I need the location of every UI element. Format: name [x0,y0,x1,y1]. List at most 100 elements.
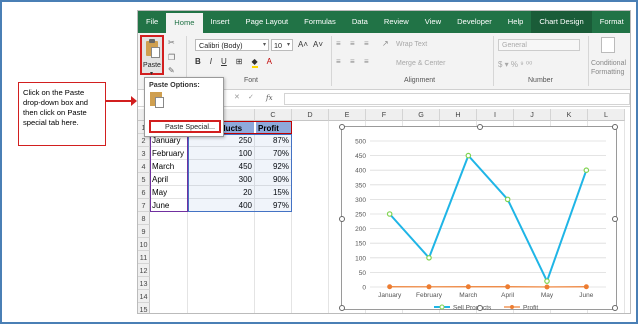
chart-resize-handle[interactable] [339,305,345,311]
cancel-icon[interactable]: ✕ [234,93,240,101]
align-center-icon[interactable]: ≡ [350,57,355,66]
row-header-13[interactable]: 13 [138,277,150,290]
chart-resize-handle[interactable] [612,124,618,130]
cut-icon[interactable]: ✂ [168,38,175,47]
paste-options-dropdown: Paste Options: Paste Special... [144,77,224,137]
data-point-sell-products [386,211,393,217]
data-point-profit [426,284,432,290]
chart-resize-handle[interactable] [477,124,483,130]
x-tick-label: March [459,292,477,299]
paste-special-label: Paste Special... [165,122,215,131]
tab-insert[interactable]: Insert [203,11,238,33]
bold-button[interactable]: B [195,57,201,68]
enter-icon[interactable]: ✓ [248,93,254,101]
paste-dropdown-arrow[interactable]: ▾ [150,70,153,77]
row-header-8[interactable]: 8 [138,212,150,225]
row-header-3[interactable]: 3 [138,147,150,160]
align-right-icon[interactable]: ≡ [364,57,369,66]
conditional-formatting-icon[interactable] [601,37,615,53]
x-tick-label: February [416,292,443,299]
row-header-11[interactable]: 11 [138,251,150,264]
gridline [328,121,329,313]
font-size-combo[interactable]: 10 ▾ [271,39,293,51]
chevron-down-icon: ▾ [262,42,266,48]
callout-text: Click on the Paste drop-down box and the… [23,88,89,127]
shrink-font-icon[interactable]: A˅ [313,40,323,49]
tab-chart-design[interactable]: Chart Design [531,11,592,33]
row-header-4[interactable]: 4 [138,160,150,173]
align-middle-icon[interactable]: ≡ [350,39,355,48]
x-tick-label: April [501,292,515,299]
orientation-icon[interactable]: ↗ [382,39,389,48]
paste-special-menu-item[interactable]: Paste Special... [149,120,221,133]
fill-color-icon[interactable]: ◆ [251,57,258,68]
chart-resize-handle[interactable] [339,124,345,130]
data-point-profit [505,284,511,290]
function-icon[interactable]: fx [266,94,273,102]
number-format-combo[interactable]: General [498,39,580,51]
column-header-e[interactable]: E [329,109,366,121]
instruction-callout: Click on the Paste drop-down box and the… [18,82,106,146]
chart-resize-handle[interactable] [477,305,483,311]
formula-input[interactable] [284,93,630,105]
tab-format[interactable]: Format [592,11,630,33]
column-header-i[interactable]: I [477,109,514,121]
row-header-15[interactable]: 15 [138,303,150,313]
chart-resize-handle[interactable] [339,216,345,222]
underline-button[interactable]: U [221,57,227,68]
align-bottom-icon[interactable]: ≡ [364,39,369,48]
wrap-text-button[interactable]: Wrap Text [396,41,427,48]
merge-center-button[interactable]: Merge & Center [396,60,445,67]
copy-icon[interactable]: ❐ [168,53,175,62]
data-point-profit [465,284,471,290]
number-format-icons[interactable]: $ ▾ % ⁹ ⁰⁰ [498,60,532,69]
line-chart[interactable]: 0 50 100 150 200 250 300 350 400 450 500 January Feb… [339,124,618,312]
column-header-j[interactable]: J [514,109,551,121]
borders-icon[interactable]: ⊞ [236,57,243,68]
row-header-14[interactable]: 14 [138,290,150,303]
chart-resize-handle[interactable] [612,216,618,222]
row-header-5[interactable]: 5 [138,173,150,186]
tab-formulas[interactable]: Formulas [296,11,344,33]
chart-resize-handle[interactable] [612,305,618,311]
font-color-icon[interactable]: A [267,57,272,68]
paper-icon [151,47,160,58]
column-header-f[interactable]: F [366,109,403,121]
row-header-9[interactable]: 9 [138,225,150,238]
font-name-combo[interactable]: Calibri (Body) ▾ [195,39,269,51]
data-point-sell-products [583,167,590,174]
tab-review[interactable]: Review [376,11,417,33]
format-painter-icon[interactable]: ✎ [168,66,175,75]
row-header-10[interactable]: 10 [138,238,150,251]
separator [588,36,589,86]
y-tick-label: 250 [355,212,366,219]
tab-home[interactable]: Home [166,11,203,33]
paste-option-icon[interactable] [150,92,164,108]
paste-button[interactable]: Paste ▾ [140,35,164,77]
align-top-icon[interactable]: ≡ [336,39,341,48]
column-header-g[interactable]: G [403,109,440,121]
data-point-profit [544,284,550,290]
column-header-h[interactable]: H [440,109,477,121]
tab-developer[interactable]: Developer [449,11,500,33]
column-header-l[interactable]: L [588,109,625,121]
row-header-7[interactable]: 7 [138,199,150,212]
align-left-icon[interactable]: ≡ [336,57,341,66]
y-tick-label: 100 [355,255,366,262]
tab-help[interactable]: Help [500,11,532,33]
tab-file[interactable]: File [138,11,166,33]
tab-page-layout[interactable]: Page Layout [238,11,297,33]
column-header-d[interactable]: D [292,109,329,121]
tab-view[interactable]: View [417,11,449,33]
font-format-row: B I U ⊞ ◆ A [195,57,272,68]
row-header-12[interactable]: 12 [138,264,150,277]
conditional-formatting-button[interactable]: Conditional Formatting [591,59,630,77]
italic-button[interactable]: I [210,57,212,68]
y-tick-label: 450 [355,153,366,160]
tab-data[interactable]: Data [344,11,376,33]
row-header-6[interactable]: 6 [138,186,150,199]
grow-font-icon[interactable]: A˄ [298,40,308,49]
column-header-c[interactable]: C [255,109,292,121]
font-name-value: Calibri (Body) [199,41,243,50]
column-header-k[interactable]: K [551,109,588,121]
